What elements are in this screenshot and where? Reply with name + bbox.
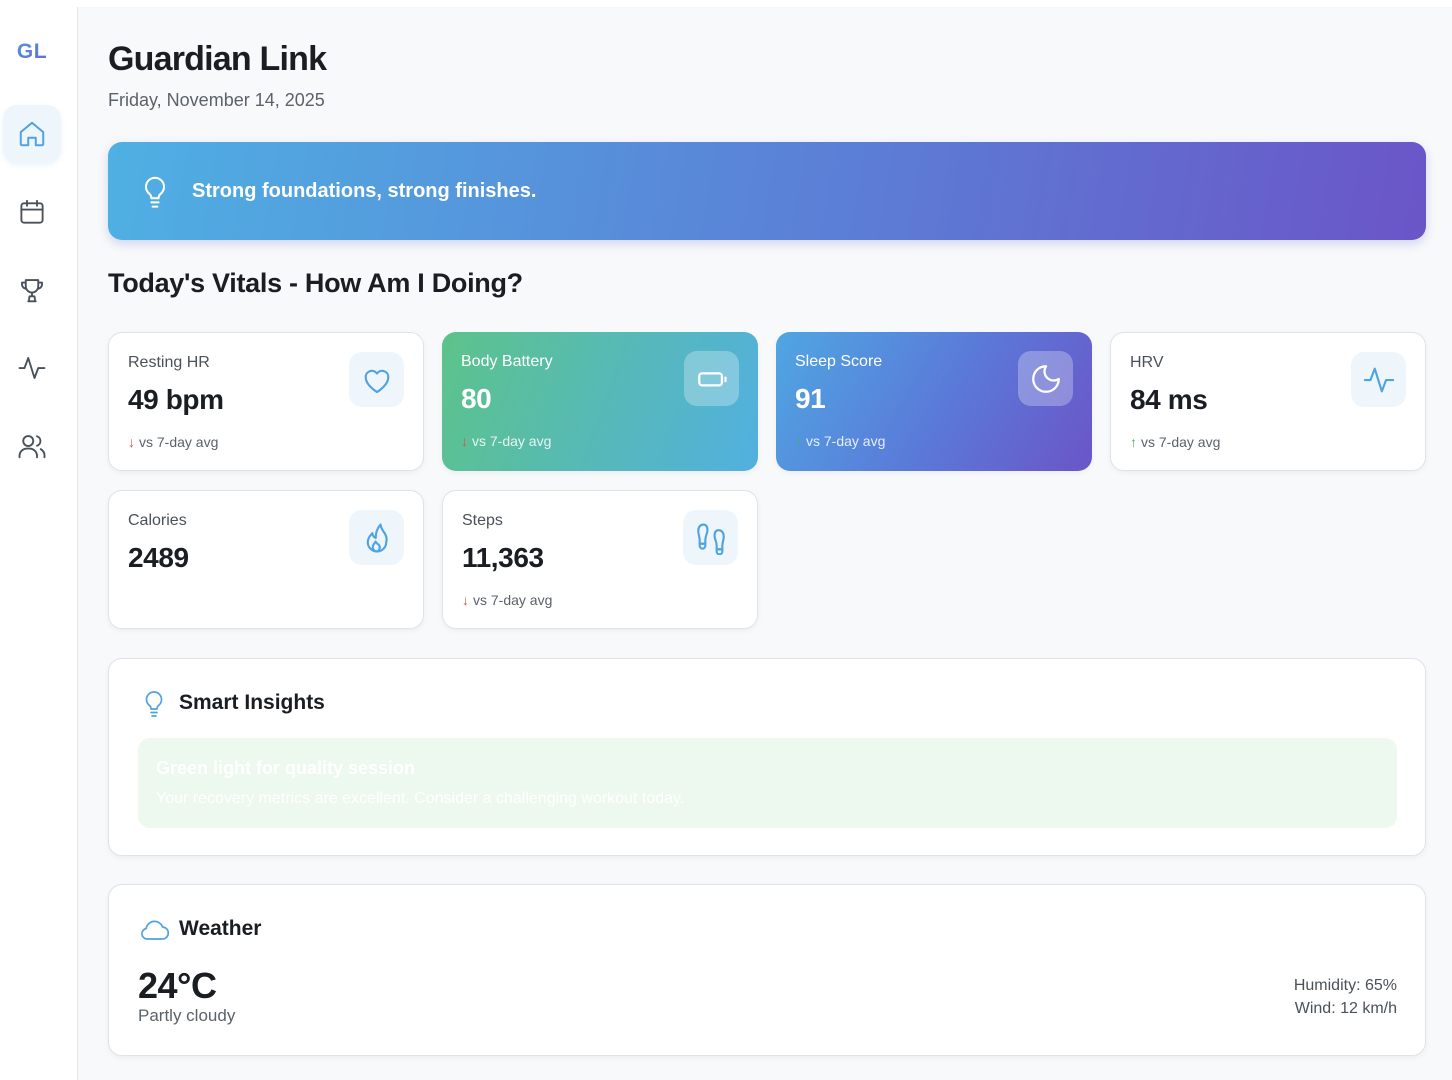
sidebar-item-calendar[interactable] — [3, 183, 61, 241]
sidebar-item-people[interactable] — [3, 417, 61, 475]
vital-card-hrv[interactable]: HRV 84 ms ↑ vs 7-day avg — [1110, 332, 1426, 471]
sidebar: GL — [0, 7, 78, 1080]
vital-card-calories[interactable]: Calories 2489 — [108, 490, 424, 629]
banner-text: Strong foundations, strong finishes. — [192, 179, 537, 202]
arrow-down-icon: ↓ — [128, 434, 135, 450]
insight-item[interactable]: Green light for quality session Your rec… — [138, 738, 1397, 828]
weather-title: Weather — [179, 917, 262, 940]
weather-details: Humidity: 65% Wind: 12 km/h — [1294, 974, 1397, 1020]
sidebar-item-activity[interactable] — [3, 339, 61, 397]
vital-trend-text: vs 7-day avg — [472, 433, 552, 449]
vital-card-body-battery[interactable]: Body Battery 80 ↓ vs 7-day avg — [442, 332, 758, 471]
insight-item-body: Your recovery metrics are excellent. Con… — [156, 790, 685, 807]
vital-icon-box — [1018, 351, 1073, 406]
vital-value: 49 bpm — [128, 384, 224, 415]
vital-label: Steps — [462, 512, 503, 529]
vital-trend-text: vs 7-day avg — [473, 592, 553, 608]
home-icon — [19, 121, 45, 147]
vital-trend: ↑ vs 7-day avg — [795, 433, 885, 449]
insight-item-title: Green light for quality session — [156, 758, 416, 778]
arrow-down-icon: ↓ — [461, 433, 468, 449]
vital-label: Sleep Score — [795, 353, 883, 370]
lightbulb-icon — [145, 176, 165, 208]
vital-label: Resting HR — [128, 354, 210, 371]
vital-icon-box — [684, 351, 739, 406]
vital-trend-text: vs 7-day avg — [1141, 434, 1221, 450]
page-date: Friday, November 14, 2025 — [108, 90, 325, 110]
vital-icon-box — [349, 510, 404, 565]
smart-insights-panel: Smart Insights Green light for quality s… — [108, 658, 1426, 856]
arrow-down-icon: ↓ — [462, 592, 469, 608]
page-title: Guardian Link — [108, 40, 327, 78]
battery-icon — [697, 371, 727, 387]
app-logo[interactable]: GL — [0, 40, 64, 64]
motivation-banner: Strong foundations, strong finishes. — [108, 142, 1426, 240]
vital-icon-box — [349, 352, 404, 407]
trophy-icon — [21, 279, 43, 303]
arrow-up-icon: ↑ — [1130, 434, 1137, 450]
vital-trend: ↓ vs 7-day avg — [461, 433, 551, 449]
vital-card-sleep-score[interactable]: Sleep Score 91 ↑ vs 7-day avg — [776, 332, 1092, 471]
arrow-up-icon: ↑ — [795, 433, 802, 449]
top-strip — [0, 0, 1452, 7]
vital-value: 84 ms — [1130, 384, 1208, 415]
vitals-title: Today's Vitals - How Am I Doing? — [108, 268, 523, 298]
vital-value: 91 — [795, 383, 826, 414]
weather-panel: Weather 24°C Partly cloudy Humidity: 65%… — [108, 884, 1426, 1056]
weather-temperature: 24°C — [138, 965, 217, 1006]
vital-card-steps[interactable]: Steps 11,363 ↓ vs 7-day avg — [442, 490, 758, 629]
vital-label: HRV — [1130, 354, 1164, 371]
vital-icon-box — [1351, 352, 1406, 407]
vital-card-resting-hr[interactable]: Resting HR 49 bpm ↓ vs 7-day avg — [108, 332, 424, 471]
vital-trend: ↓ vs 7-day avg — [128, 434, 218, 450]
vital-trend-text: vs 7-day avg — [806, 433, 886, 449]
lightbulb-icon — [145, 691, 163, 717]
weather-wind: Wind: 12 km/h — [1294, 1000, 1397, 1017]
vital-value: 2489 — [128, 542, 189, 573]
sidebar-item-achievements[interactable] — [3, 261, 61, 319]
vital-value: 11,363 — [462, 542, 544, 573]
activity-icon — [1363, 367, 1394, 392]
weather-condition: Partly cloudy — [138, 1006, 236, 1025]
vital-trend-text: vs 7-day avg — [139, 434, 219, 450]
weather-humidity: Humidity: 65% — [1293, 977, 1397, 994]
calendar-icon — [20, 199, 44, 224]
activity-icon — [18, 357, 46, 379]
insights-title: Smart Insights — [179, 691, 325, 714]
vital-value: 80 — [461, 383, 492, 414]
vital-icon-box — [683, 510, 738, 565]
flame-icon — [366, 522, 388, 553]
vital-trend: ↑ vs 7-day avg — [1130, 434, 1220, 450]
cloud-icon — [141, 920, 170, 940]
footprints-icon — [696, 522, 725, 555]
moon-icon — [1031, 364, 1060, 393]
vital-label: Body Battery — [461, 353, 553, 370]
vital-label: Calories — [128, 512, 187, 529]
vital-trend: ↓ vs 7-day avg — [462, 592, 552, 608]
app-root: GL Guardian Link Friday, November 14, 20… — [0, 0, 1452, 1080]
sidebar-item-home[interactable] — [3, 105, 61, 163]
users-icon — [18, 435, 46, 459]
heart-icon — [364, 369, 389, 393]
